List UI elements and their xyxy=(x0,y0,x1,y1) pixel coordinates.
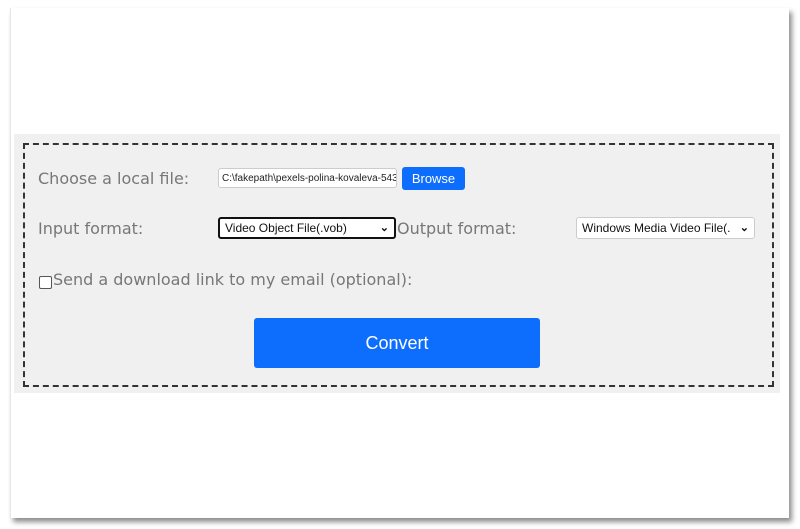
input-format-select[interactable]: Video Object File(.vob) ⌄ xyxy=(218,217,396,239)
output-format-value: Windows Media Video File(. xyxy=(582,221,731,235)
input-format-value: Video Object File(.vob) xyxy=(225,221,347,235)
output-format-select[interactable]: Windows Media Video File(. ⌄ xyxy=(576,217,755,239)
convert-button[interactable]: Convert xyxy=(254,318,540,368)
email-label: Send a download link to my email (option… xyxy=(53,270,413,289)
input-format-label: Input format: xyxy=(38,219,144,238)
file-path-input[interactable]: C:\fakepath\pexels-polina-kovaleva-54308 xyxy=(218,168,397,188)
chevron-down-icon: ⌄ xyxy=(379,222,389,234)
chevron-down-icon: ⌄ xyxy=(739,222,749,234)
browse-button[interactable]: Browse xyxy=(402,167,465,190)
output-format-label: Output format: xyxy=(397,219,517,238)
email-checkbox[interactable] xyxy=(39,276,52,289)
file-label: Choose a local file: xyxy=(38,169,190,188)
